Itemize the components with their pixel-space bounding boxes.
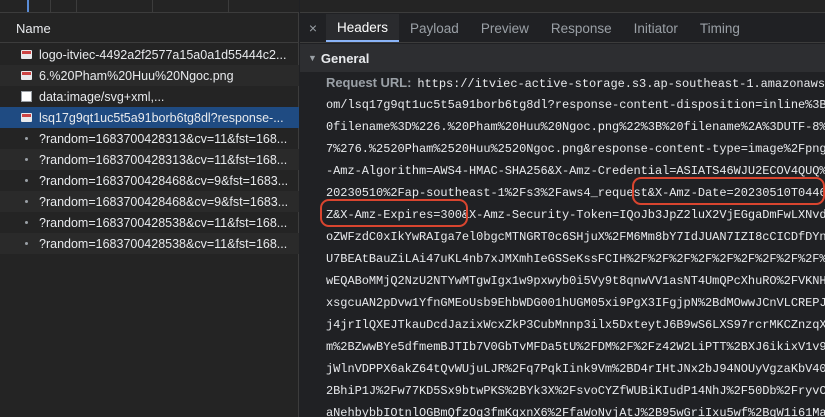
request-name: ?random=1683700428313&cv=11&fst=168... <box>39 131 288 146</box>
request-row[interactable]: ?random=1683700428538&cv=11&fst=168... <box>0 233 299 254</box>
url-line: 7%276.%2520Pham%2520Huu%2520Ngoc.png&res… <box>326 142 825 156</box>
dot-icon <box>20 217 32 229</box>
request-name: ?random=1683700428468&cv=9&fst=1683... <box>39 173 289 188</box>
timeline-overview[interactable] <box>0 0 299 13</box>
url-line: 2BhiP1J%2Fw77KD5Sx9btwPKS%2BYk3X%2FsvoCY… <box>326 384 825 398</box>
image-icon <box>20 49 32 61</box>
request-name: logo-itviec-4492a2f2577a15a0a1d55444c2..… <box>39 47 287 62</box>
dot-icon <box>20 175 32 187</box>
url-line: xsgcuAN2pDvw1YfnGMEoUsb9EhbWDG001hUGM05x… <box>326 296 825 310</box>
timeline-tick <box>50 0 51 13</box>
url-line: wEQABoMMjQ2NzU2NTYwMTgwIgx1w9pxwyb0i5Vy9… <box>326 274 825 288</box>
tab-preview[interactable]: Preview <box>470 14 540 42</box>
tab-payload[interactable]: Payload <box>399 14 470 42</box>
image-icon <box>20 112 32 124</box>
request-name: ?random=1683700428538&cv=11&fst=168... <box>39 215 288 230</box>
blank-document-icon <box>20 91 32 103</box>
tab-initiator[interactable]: Initiator <box>623 14 689 42</box>
url-line: m%2BZwwBYe5dfmemBJTIb7V0GbTvMFDa5tU%2FDM… <box>326 340 825 354</box>
section-title: General <box>320 50 370 66</box>
request-url-label: Request URL: <box>326 75 412 90</box>
dot-icon <box>20 196 32 208</box>
request-name: 6.%20Pham%20Huu%20Ngoc.png <box>39 68 234 83</box>
timeline-marker <box>27 0 29 12</box>
request-row[interactable]: ?random=1683700428468&cv=9&fst=1683... <box>0 191 299 212</box>
request-row[interactable]: ?random=1683700428468&cv=9&fst=1683... <box>0 170 299 191</box>
request-list-panel: Name logo-itviec-4492a2f2577a15a0a1d5544… <box>0 0 299 417</box>
tab-headers[interactable]: Headers <box>326 14 400 42</box>
name-column-header[interactable]: Name <box>0 14 299 43</box>
timeline-tick <box>228 0 229 13</box>
timeline-tick <box>76 0 77 13</box>
request-detail-panel: × Headers Payload Preview Response Initi… <box>300 0 825 417</box>
url-line: https://itviec-active-storage.s3.ap-sout… <box>417 77 825 91</box>
url-line: aNehbybbIOtnlOGBmQfzOq3fmKqxnX6%2FfaWoNv… <box>326 406 825 417</box>
timeline-tick <box>152 0 153 13</box>
request-row[interactable]: ?random=1683700428313&cv=11&fst=168... <box>0 128 299 149</box>
general-section-header[interactable]: ▼ General <box>300 44 825 72</box>
tab-timing[interactable]: Timing <box>689 14 751 42</box>
url-line: Z&X-Amz-Expires=300&X-Amz-Security-Token… <box>326 208 825 222</box>
request-name: ?random=1683700428468&cv=9&fst=1683... <box>39 194 289 209</box>
request-name: data:image/svg+xml,... <box>39 89 165 104</box>
dot-icon <box>20 238 32 250</box>
request-list: logo-itviec-4492a2f2577a15a0a1d55444c2..… <box>0 44 299 254</box>
request-row-selected[interactable]: lsq17g9qt1uc5t5a91borb6tg8dl?response-..… <box>0 107 299 128</box>
url-line: -Amz-Algorithm=AWS4-HMAC-SHA256&X-Amz-Cr… <box>326 164 825 178</box>
url-line: jWlnVDPPX6akZ64tQvWUjuLJR%2Fq7PqkIink9Vm… <box>326 362 825 376</box>
image-icon <box>20 70 32 82</box>
dot-icon <box>20 133 32 145</box>
dot-icon <box>20 154 32 166</box>
url-line: U7BEAtBauZiLAi47uKL4nb7xJMXmhIeGSSeKssFC… <box>326 252 825 266</box>
triangle-down-icon: ▼ <box>308 53 317 63</box>
url-line: 20230510%2Fap-southeast-1%2Fs3%2Faws4_re… <box>326 186 825 200</box>
request-url-block: Request URL: https://itviec-active-storag… <box>326 72 825 417</box>
request-row[interactable]: logo-itviec-4492a2f2577a15a0a1d55444c2..… <box>0 44 299 65</box>
request-row[interactable]: 6.%20Pham%20Huu%20Ngoc.png <box>0 65 299 86</box>
url-line: 0filename%3D%226.%20Pham%20Huu%20Ngoc.pn… <box>326 120 825 134</box>
request-row[interactable]: data:image/svg+xml,... <box>0 86 299 107</box>
timeline-overview-right <box>300 0 825 13</box>
request-name: lsq17g9qt1uc5t5a91borb6tg8dl?response-..… <box>39 110 284 125</box>
request-name: ?random=1683700428313&cv=11&fst=168... <box>39 152 288 167</box>
url-line: oZWFzdC0xIkYwRAIga7el0bgcMTNGRT0c6SHjuX%… <box>326 230 825 244</box>
tab-response[interactable]: Response <box>540 14 623 42</box>
request-row[interactable]: ?random=1683700428538&cv=11&fst=168... <box>0 212 299 233</box>
url-line: j4jrIlQXEJTkauDcdJazixWcxZkP3CubMnnp3ilx… <box>326 318 825 332</box>
request-name: ?random=1683700428538&cv=11&fst=168... <box>39 236 288 251</box>
request-row[interactable]: ?random=1683700428313&cv=11&fst=168... <box>0 149 299 170</box>
url-line: om/lsq17g9qt1uc5t5a91borb6tg8dl?response… <box>326 98 825 112</box>
close-icon[interactable]: × <box>300 14 326 42</box>
detail-tabs: × Headers Payload Preview Response Initi… <box>300 14 825 43</box>
